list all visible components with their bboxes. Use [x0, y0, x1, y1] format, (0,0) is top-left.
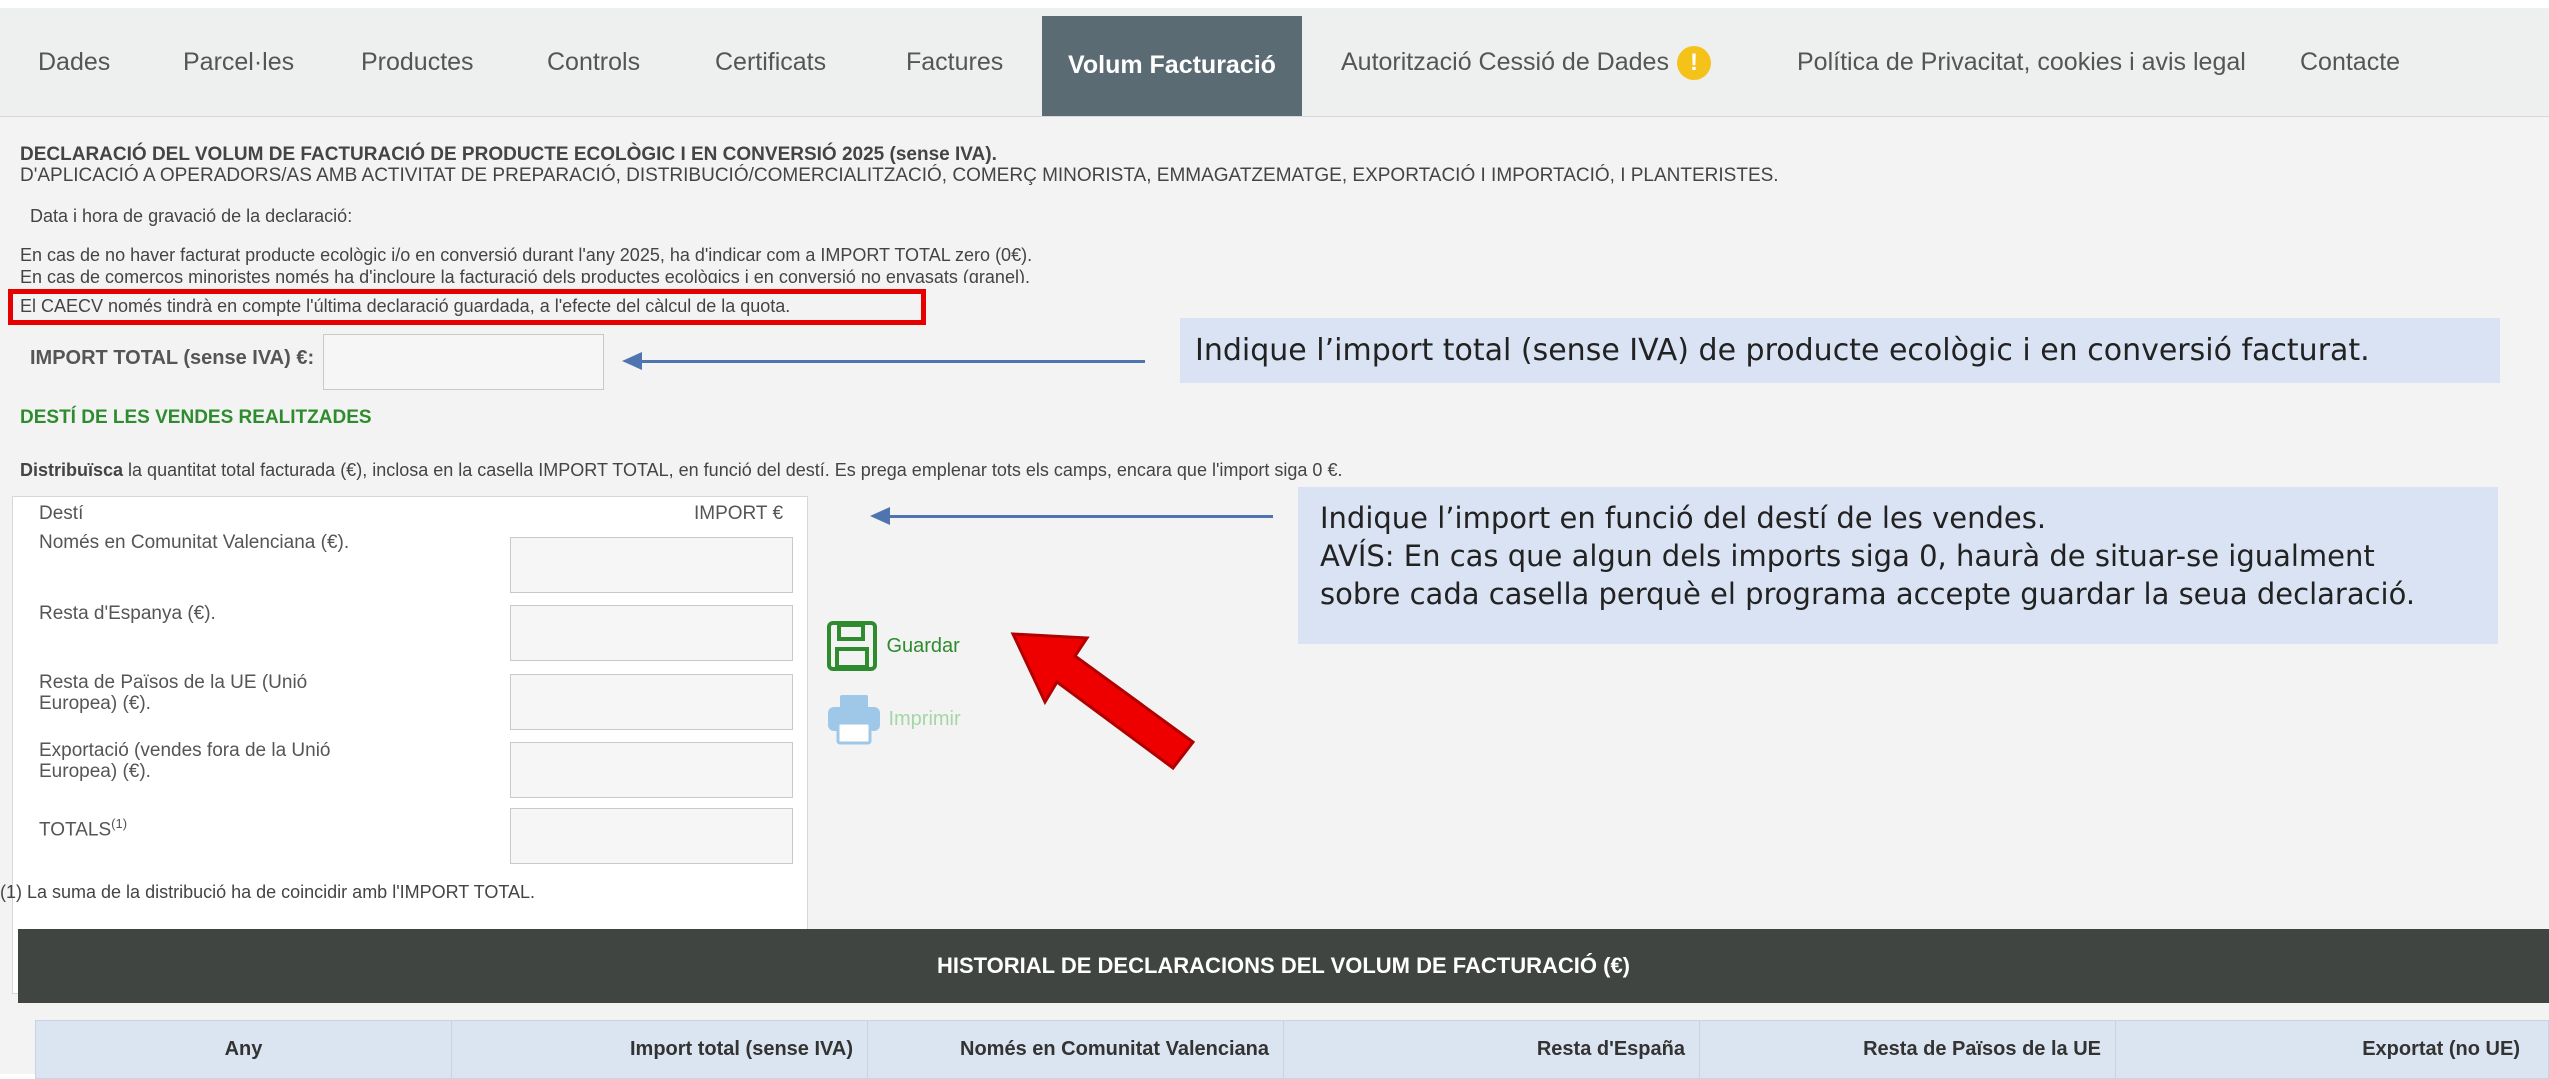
tab-controls[interactable]: Controls: [547, 8, 640, 116]
section-title-desti: DESTÍ DE LES VENDES REALITZADES: [20, 407, 372, 428]
arrow-dest-line: [888, 515, 1273, 518]
arrow-total-head: [622, 352, 642, 370]
history-table-header: Any Import total (sense IVA) Només en Co…: [35, 1020, 2549, 1079]
declaration-title: DECLARACIÓ DEL VOLUM DE FACTURACIÓ DE PR…: [20, 144, 997, 165]
row-label-export-1: Exportació (vendes fora de la Unió: [39, 740, 331, 761]
col-header-import: IMPORT €: [694, 503, 784, 524]
callout-dest-line2: AVÍS: En cas que algun dels imports siga…: [1320, 539, 2375, 573]
tab-contacte[interactable]: Contacte: [2300, 8, 2400, 116]
print-button[interactable]: Imprimir: [826, 693, 961, 745]
arrow-total-line: [640, 360, 1145, 363]
callout-destinations: Indique l’import en funció del destí de …: [1298, 487, 2498, 644]
history-col-espanya: Resta d'España: [1284, 1021, 1700, 1078]
save-icon: [827, 621, 877, 671]
main-nav: Dades Parcel·les Productes Controls Cert…: [0, 8, 2549, 117]
row-label-ue-1: Resta de Països de la UE (Unió: [39, 672, 308, 693]
note-minoristes: En cas de comerços minoristes només ha d…: [20, 267, 1030, 287]
history-col-import-total: Import total (sense IVA): [452, 1021, 868, 1078]
declaration-subtitle: D'APLICACIÓ A OPERADORS/AS AMB ACTIVITAT…: [20, 165, 1779, 186]
row-label-export-2: Europea) (€).: [39, 761, 151, 782]
history-col-ue: Resta de Països de la UE: [1700, 1021, 2116, 1078]
note-last-declaration: El CAECV només tindrà en compte l'última…: [20, 296, 791, 316]
tab-factures[interactable]: Factures: [906, 8, 1003, 116]
save-button[interactable]: Guardar: [826, 620, 960, 672]
warning-icon: !: [1676, 46, 1711, 81]
col-header-desti: Destí: [39, 503, 84, 524]
print-icon: [828, 695, 880, 745]
callout-dest-line3: sobre cada casella perquè el programa ac…: [1320, 577, 2416, 611]
row-label-espanya: Resta d'Espanya (€).: [39, 603, 216, 624]
date-label: Data i hora de gravació de la declaració…: [30, 206, 353, 226]
arrow-dest-head: [870, 507, 890, 525]
input-resta-espanya[interactable]: [510, 605, 793, 661]
tab-dades[interactable]: Dades: [38, 8, 110, 116]
history-col-cv: Només en Comunitat Valenciana: [868, 1021, 1284, 1078]
totals-label: TOTALS: [39, 819, 112, 841]
totals-footnote-mark: (1): [111, 816, 128, 831]
history-header: HISTORIAL DE DECLARACIONS DEL VOLUM DE F…: [18, 929, 2549, 1003]
instructions-text: la quantitat total facturada (€), inclos…: [123, 460, 1343, 480]
footnote-sum: (1) La suma de la distribució ha de coin…: [0, 882, 535, 902]
main-content: DECLARACIÓ DEL VOLUM DE FACTURACIÓ DE PR…: [0, 117, 2549, 1079]
callout-import-total: Indique l’import total (sense IVA) de pr…: [1180, 318, 2500, 383]
row-label-cv: Només en Comunitat Valenciana (€).: [39, 532, 350, 553]
import-total-label: IMPORT TOTAL (sense IVA) €:: [30, 347, 315, 369]
tab-productes[interactable]: Productes: [361, 8, 474, 116]
history-col-export: Exportat (no UE): [2362, 1038, 2520, 1060]
red-arrow-icon: [1010, 632, 1196, 771]
print-label: Imprimir: [888, 707, 961, 730]
history-col-any: Any: [36, 1021, 452, 1078]
row-label-totals: TOTALS(1): [39, 816, 127, 841]
save-label: Guardar: [886, 634, 960, 657]
instructions-bold: Distribuïsca: [20, 460, 124, 480]
input-totals: [510, 808, 793, 864]
input-exportacio[interactable]: [510, 742, 793, 798]
tab-privacitat[interactable]: Política de Privacitat, cookies i avis l…: [1797, 8, 2246, 116]
tab-certificats[interactable]: Certificats: [715, 8, 826, 116]
input-comunitat-valenciana[interactable]: [510, 537, 793, 593]
note-zero: En cas de no haver facturat producte eco…: [20, 245, 1033, 265]
destinations-panel: Destí IMPORT € Només en Comunitat Valenc…: [12, 496, 808, 994]
row-label-ue-2: Europea) (€).: [39, 693, 151, 714]
tab-volum-facturacio[interactable]: Volum Facturació: [1042, 16, 1302, 116]
import-total-input[interactable]: [323, 334, 604, 390]
input-resta-ue[interactable]: [510, 674, 793, 730]
callout-dest-line1: Indique l’import en funció del destí de …: [1320, 501, 2047, 535]
tab-autoritzacio[interactable]: Autorització Cessió de Dades!: [1341, 8, 1711, 116]
tab-autoritzacio-label: Autorització Cessió de Dades: [1341, 48, 1669, 76]
distribution-instructions: Distribuïsca la quantitat total facturad…: [20, 460, 1342, 481]
tab-parceles[interactable]: Parcel·les: [183, 8, 294, 116]
